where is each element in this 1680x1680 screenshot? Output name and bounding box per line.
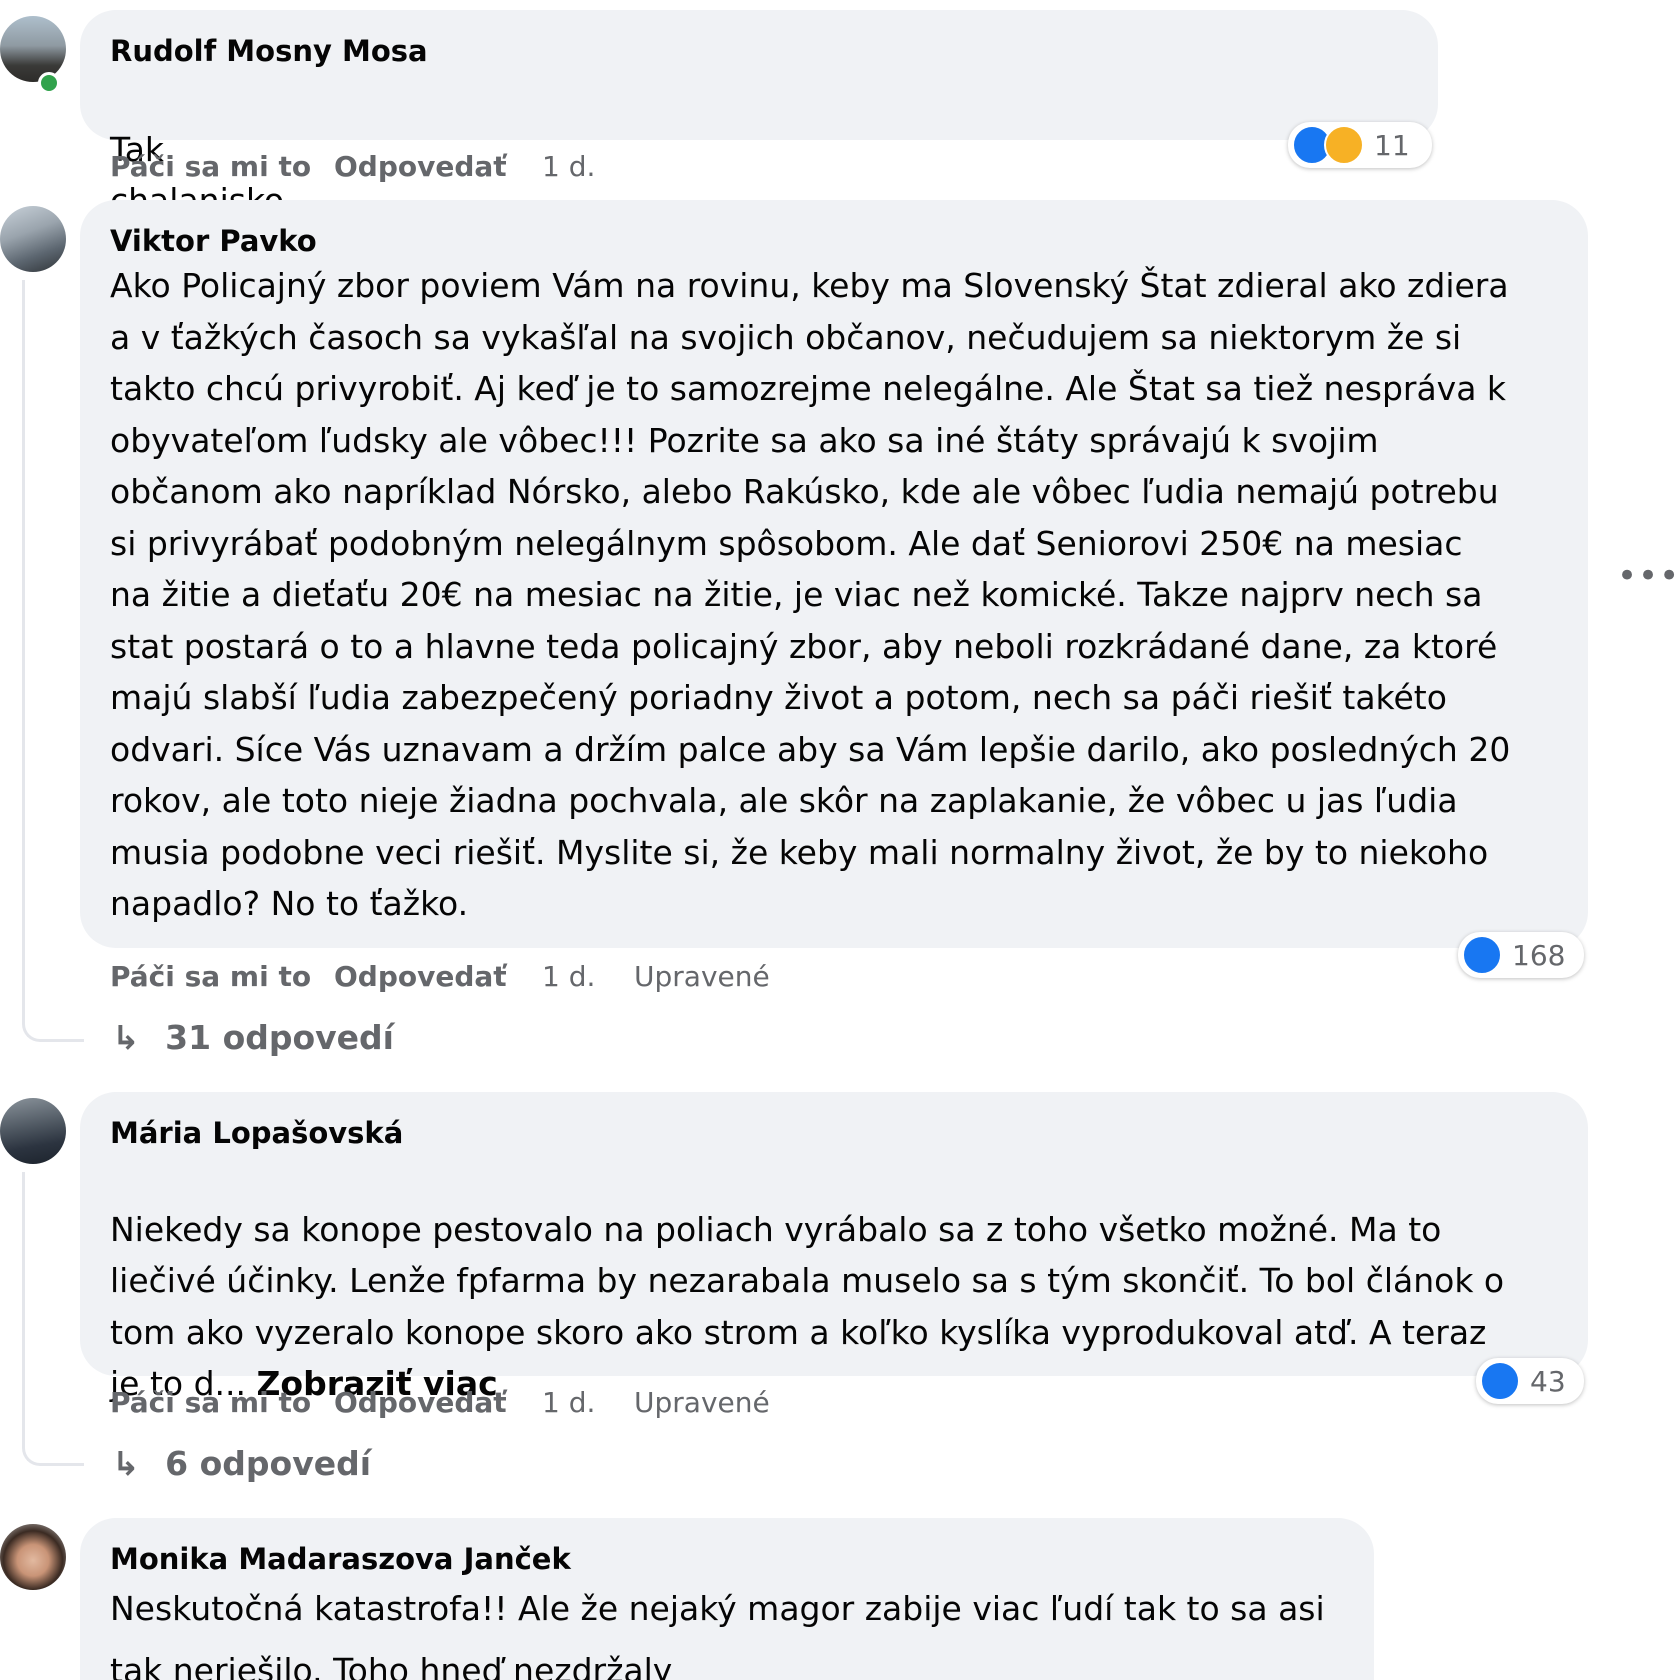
- reply-arrow-icon: ↳: [112, 1018, 140, 1057]
- replies-count: 31 odpovedí: [165, 1018, 394, 1057]
- comment-text: Niekedy sa konope pestovalo na poliach v…: [110, 1152, 1580, 1410]
- like-button[interactable]: Páči sa mi to: [110, 150, 311, 183]
- more-options-icon[interactable]: •••: [1617, 556, 1680, 596]
- reaction-count: 43: [1530, 1364, 1566, 1398]
- haha-icon: [1324, 125, 1364, 165]
- avatar[interactable]: [0, 1098, 66, 1164]
- avatar[interactable]: [0, 16, 66, 82]
- comment-author[interactable]: Monika Madaraszova Janček: [110, 1542, 571, 1576]
- timestamp[interactable]: 1 d.: [542, 1386, 595, 1419]
- avatar[interactable]: [0, 206, 66, 272]
- thread-line: [22, 280, 84, 1042]
- like-icon: [1462, 935, 1502, 975]
- comment-author[interactable]: Viktor Pavko: [110, 224, 317, 258]
- reaction-summary[interactable]: 168: [1458, 932, 1584, 978]
- reply-arrow-icon: ↳: [112, 1444, 140, 1483]
- avatar[interactable]: [0, 1524, 66, 1590]
- comments-feed: Rudolf Mosny Mosa Tak chalanisko sa celý…: [0, 0, 1680, 1680]
- view-replies-button[interactable]: ↳ 31 odpovedí: [112, 1018, 394, 1057]
- reaction-count: 168: [1512, 938, 1566, 972]
- timestamp[interactable]: 1 d.: [542, 150, 595, 183]
- replies-count: 6 odpovedí: [165, 1444, 372, 1483]
- edited-label: Upravené: [634, 1386, 770, 1419]
- online-status-icon: [38, 72, 60, 94]
- like-button[interactable]: Páči sa mi to: [110, 1386, 311, 1419]
- view-replies-button[interactable]: ↳ 6 odpovedí: [112, 1444, 371, 1483]
- reaction-summary[interactable]: 11: [1288, 122, 1432, 168]
- comment-author[interactable]: Mária Lopašovská: [110, 1116, 403, 1150]
- timestamp[interactable]: 1 d.: [542, 960, 595, 993]
- reply-button[interactable]: Odpovedať: [334, 1386, 507, 1419]
- edited-label: Upravené: [634, 960, 770, 993]
- reaction-count: 11: [1374, 128, 1410, 162]
- comment-text: Neskutočná katastrofa!! Ale že nejaký ma…: [110, 1589, 1325, 1680]
- comment-author[interactable]: Rudolf Mosny Mosa: [110, 34, 428, 68]
- comment-text: Ako Policajný zbor poviem Vám na rovinu,…: [110, 266, 1511, 923]
- reply-button[interactable]: Odpovedať: [334, 150, 507, 183]
- thread-line: [22, 1172, 84, 1466]
- like-icon: [1480, 1361, 1520, 1401]
- like-button[interactable]: Páči sa mi to: [110, 960, 311, 993]
- reaction-summary[interactable]: 43: [1476, 1358, 1584, 1404]
- reply-button[interactable]: Odpovedať: [334, 960, 507, 993]
